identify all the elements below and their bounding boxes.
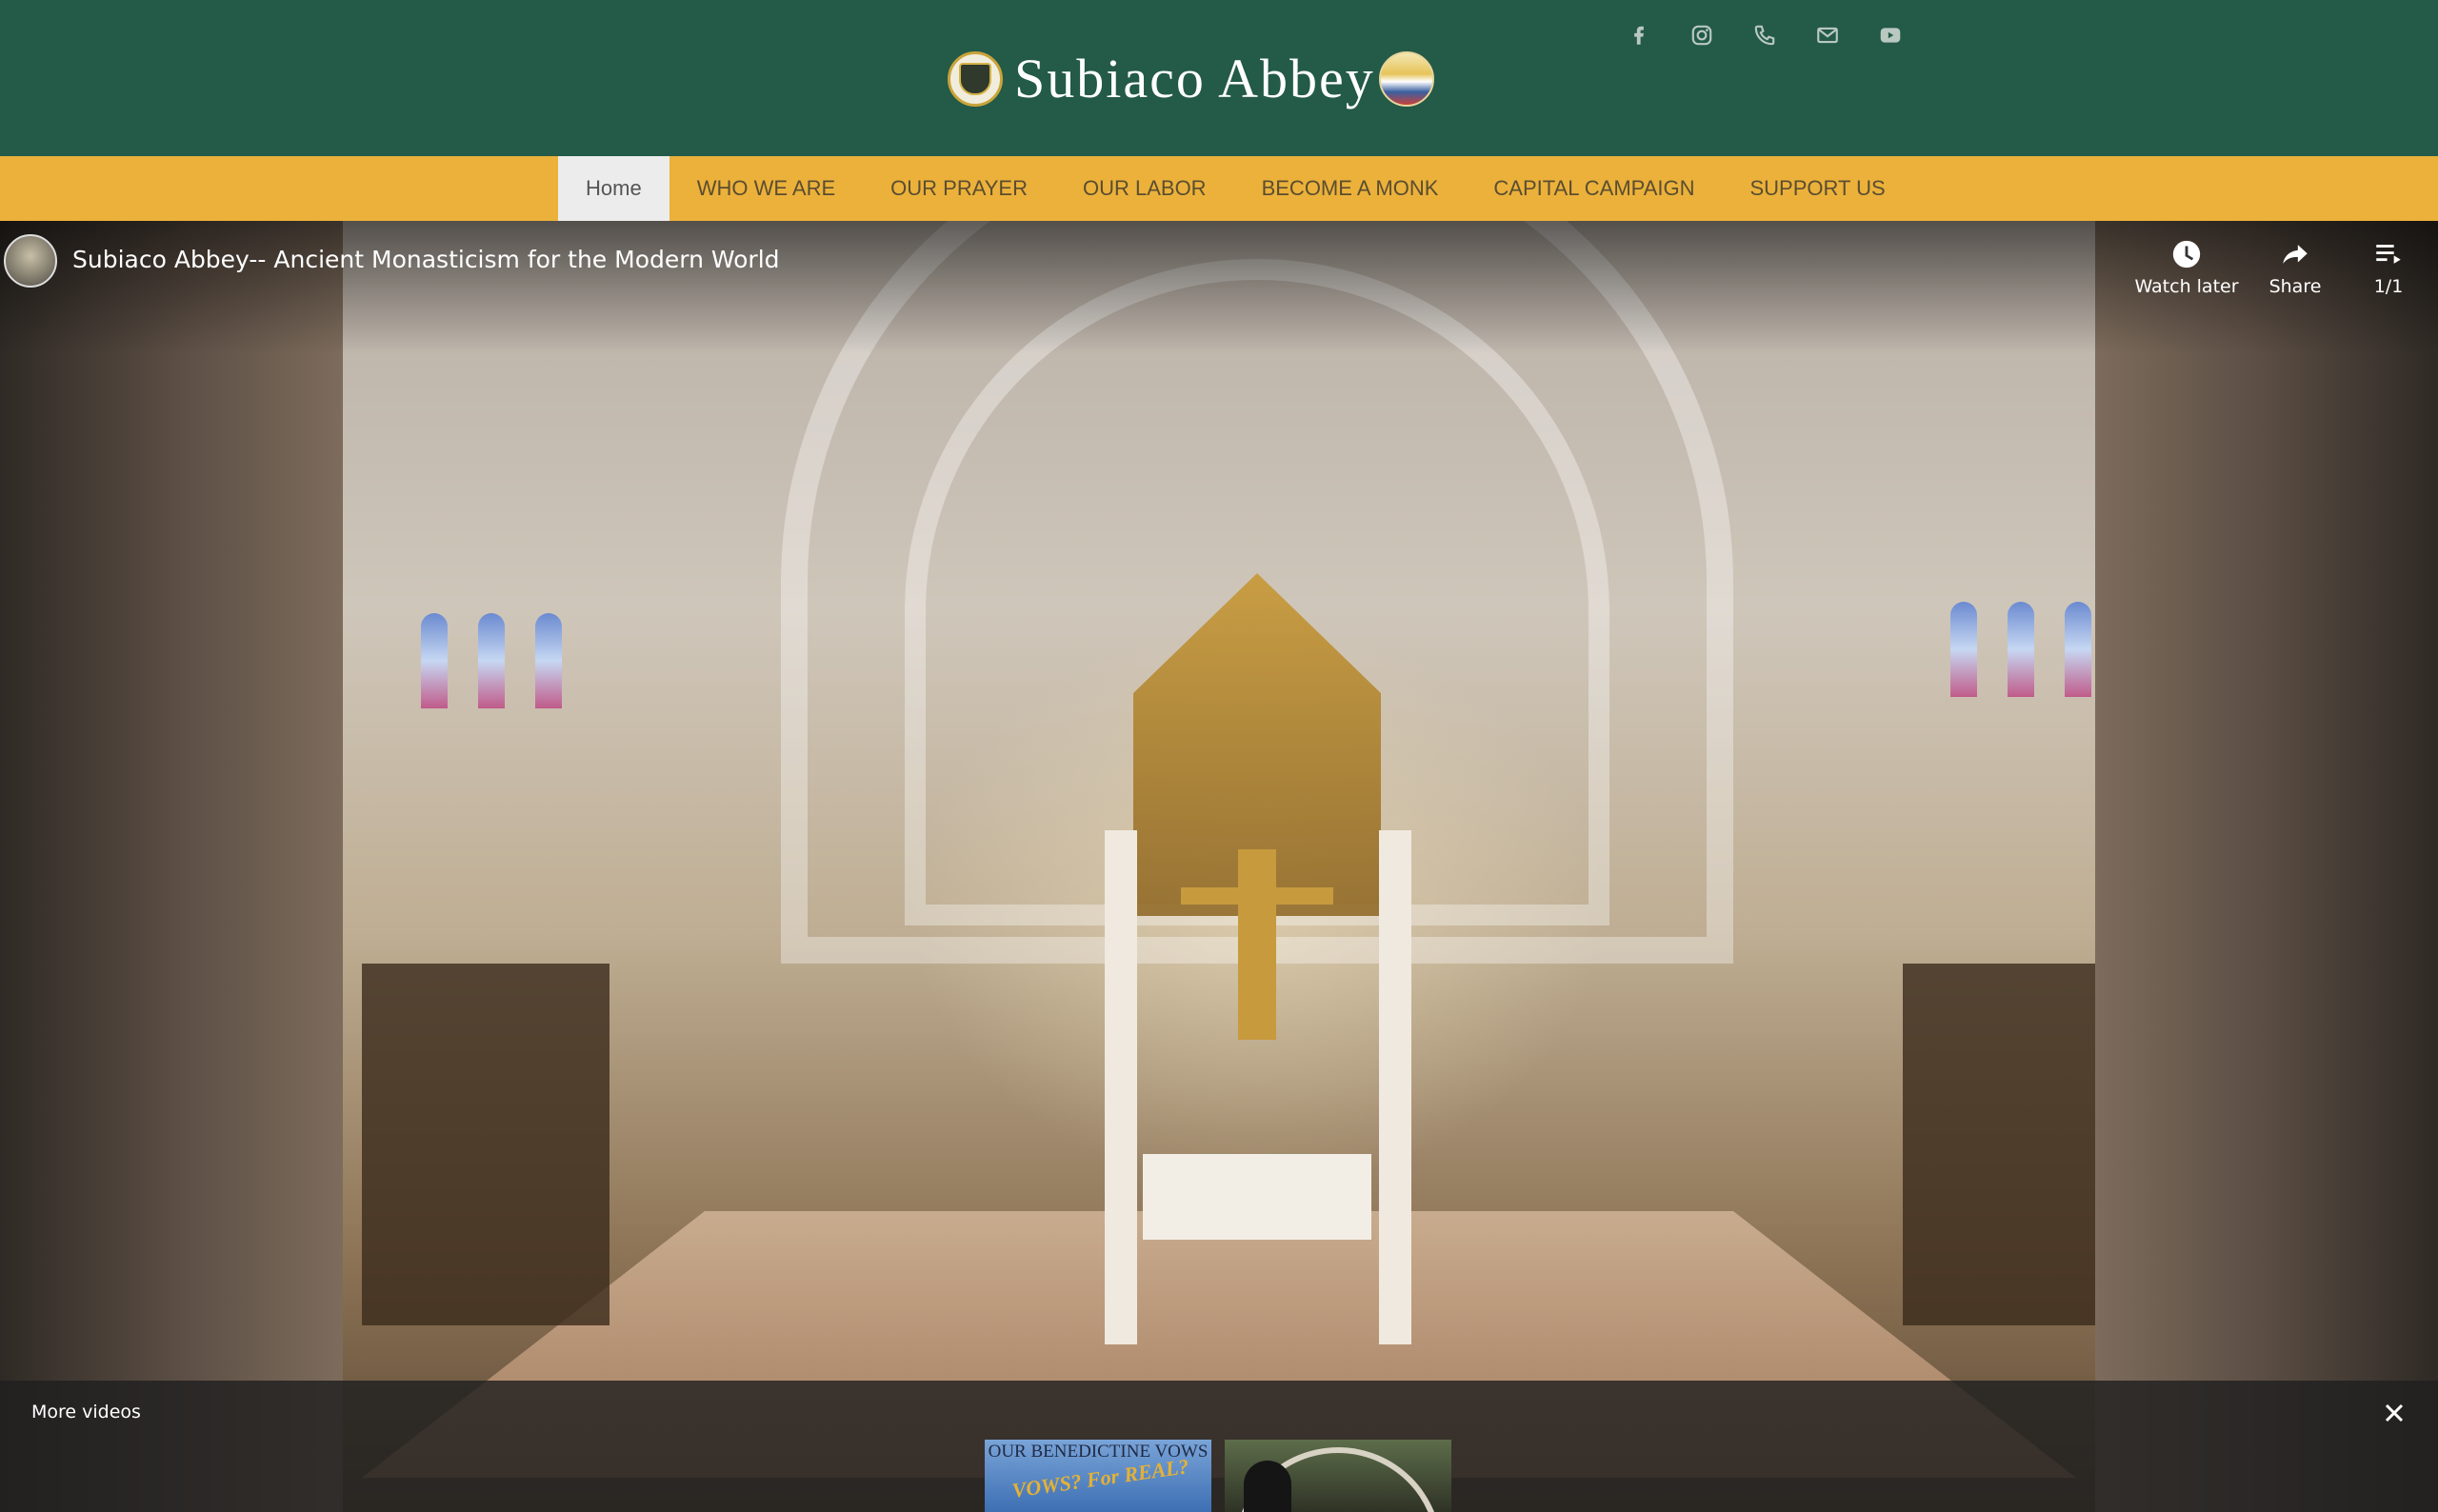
- video-frame-window: [2065, 602, 2091, 697]
- phone-icon[interactable]: [1733, 19, 1796, 51]
- site-logo[interactable]: Subiaco Abbey: [948, 46, 1434, 112]
- site-header: Subiaco Abbey: [0, 0, 2438, 156]
- video-frame-side-chapel-left: [362, 964, 610, 1325]
- video-frame-window: [535, 613, 562, 708]
- social-links: [1608, 19, 1922, 51]
- playlist-button[interactable]: 1/1: [2331, 238, 2438, 297]
- more-videos-label: More videos: [31, 1402, 141, 1422]
- video-frame-window: [2008, 602, 2034, 697]
- email-icon[interactable]: [1796, 19, 1859, 51]
- main-nav: Home WHO WE ARE OUR PRAYER OUR LABOR BEC…: [0, 156, 2438, 221]
- video-frame-pillar-left: [0, 221, 343, 1512]
- facebook-icon[interactable]: [1608, 19, 1670, 51]
- video-frame-column-left: [1105, 830, 1137, 1344]
- video-title[interactable]: Subiaco Abbey-- Ancient Monasticism for …: [72, 246, 780, 273]
- instagram-icon[interactable]: [1670, 19, 1733, 51]
- nav-item-our-prayer[interactable]: OUR PRAYER: [863, 156, 1055, 221]
- video-frame-crucifix-bar: [1181, 887, 1333, 905]
- abbey-seal-icon: [948, 51, 1003, 107]
- nav-item-capital-campaign[interactable]: CAPITAL CAMPAIGN: [1466, 156, 1722, 221]
- clock-icon: [2172, 240, 2201, 269]
- watch-later-label: Watch later: [2134, 276, 2239, 297]
- more-videos-panel: More videos OUR BENEDICTINE VOWS VOWS? F…: [0, 1381, 2438, 1512]
- video-frame-crucifix: [1238, 849, 1276, 1040]
- nav-item-who-we-are[interactable]: WHO WE ARE: [669, 156, 863, 221]
- nav-item-support-us[interactable]: SUPPORT US: [1722, 156, 1912, 221]
- video-thumbnail[interactable]: OUR BENEDICTINE VOWS VOWS? For REAL?: [985, 1440, 1211, 1512]
- watch-later-button[interactable]: Watch later: [2129, 238, 2244, 297]
- nav-item-home[interactable]: Home: [558, 156, 669, 221]
- thumbnail-monk-figure: [1244, 1461, 1291, 1512]
- globe-emblem-icon: [1378, 51, 1434, 107]
- share-arrow-icon: [2283, 245, 2308, 264]
- site-name: Subiaco Abbey: [1014, 48, 1375, 109]
- playlist-count: 1/1: [2373, 276, 2404, 297]
- video-player[interactable]: Subiaco Abbey-- Ancient Monasticism for …: [0, 221, 2438, 1512]
- video-frame-window: [1950, 602, 1977, 697]
- video-thumbnail[interactable]: [1225, 1440, 1451, 1512]
- video-frame-altar: [1143, 1154, 1371, 1240]
- share-label: Share: [2268, 276, 2322, 297]
- youtube-icon[interactable]: [1859, 19, 1922, 51]
- nav-item-our-labor[interactable]: OUR LABOR: [1055, 156, 1234, 221]
- video-frame-window: [421, 613, 448, 708]
- channel-avatar[interactable]: [4, 234, 57, 288]
- playlist-icon: [2376, 245, 2401, 264]
- video-top-overlay: [0, 221, 2438, 354]
- nav-item-become-a-monk[interactable]: BECOME A MONK: [1234, 156, 1467, 221]
- video-frame-pillar-right: [2095, 221, 2438, 1512]
- close-icon[interactable]: [2377, 1396, 2411, 1430]
- video-frame-column-right: [1379, 830, 1411, 1344]
- video-frame-window: [478, 613, 505, 708]
